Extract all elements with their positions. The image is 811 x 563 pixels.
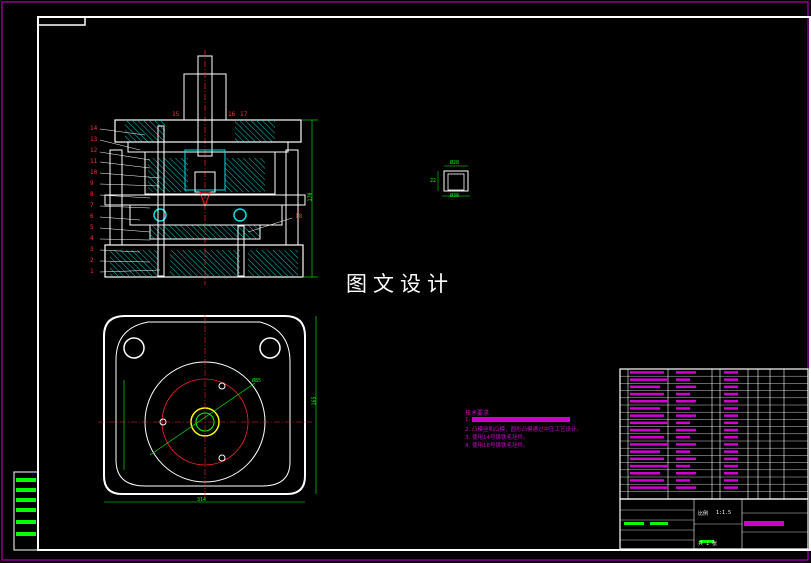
- part-number-label: 2: [90, 257, 94, 264]
- dim-plan-height: 165: [311, 396, 318, 406]
- parts-list-entry-mark: [676, 464, 690, 468]
- part-number-label: 1: [90, 268, 94, 275]
- parts-list-entry-mark: [676, 443, 696, 446]
- parts-list-entry-mark: [724, 421, 738, 425]
- parts-list-entry-mark: [630, 385, 660, 389]
- part-number-label: 18: [295, 213, 303, 220]
- part-number-label: 6: [90, 213, 94, 220]
- tech-requirements-title: 技术要求: [465, 410, 490, 417]
- watermark: 图文设计: [346, 272, 454, 296]
- part-number-label: 9: [90, 180, 94, 187]
- dim-width: 314: [197, 497, 207, 503]
- parts-list-entry-mark: [630, 479, 664, 482]
- tech-note-2: 2. 凸模座和凸模，圆形凸模通过冲压工艺设计。: [465, 427, 582, 433]
- scale-label: 比例: [698, 511, 709, 517]
- dim-diameter: Ø85: [252, 378, 262, 384]
- part-number-label: 13: [90, 136, 98, 143]
- parts-list-entry-mark: [630, 472, 660, 475]
- parts-list-entry-mark: [724, 428, 738, 432]
- parts-list-entry-mark: [676, 472, 696, 475]
- parts-list-entry-mark: [630, 428, 660, 432]
- parts-list-entry-mark: [724, 392, 738, 396]
- part-number-label: 15: [172, 111, 180, 118]
- parts-list-entry-mark: [676, 414, 696, 417]
- parts-list-entry-mark: [630, 457, 664, 461]
- parts-list-entry-mark: [630, 392, 664, 396]
- parts-list-entry-mark: [724, 443, 738, 446]
- parts-list-entry-mark: [724, 414, 738, 417]
- parts-list-entry-mark: [630, 443, 668, 446]
- part-number-label: 3: [90, 246, 94, 253]
- part-number-label: 8: [90, 191, 94, 198]
- parts-list-entry-mark: [724, 385, 738, 389]
- tech-highlight: [472, 417, 570, 422]
- parts-list-entry-mark: [676, 421, 690, 425]
- tech-note-3: 3. 使用14号铸铁毛坯件。: [465, 435, 529, 441]
- parts-list-entry-mark: [676, 400, 696, 403]
- parts-list-entry-mark: [724, 436, 738, 439]
- part-number-label: 10: [90, 169, 98, 176]
- parts-list-entry-mark: [630, 378, 668, 381]
- parts-list-entry-mark: [724, 450, 738, 453]
- part-number-label: 14: [90, 125, 98, 132]
- parts-list-entry-mark: [676, 392, 690, 396]
- scale-value: 1:1.5: [716, 510, 732, 516]
- top-left-tag: [37, 16, 86, 26]
- dim-height: 170: [307, 192, 314, 202]
- section-view: [99, 50, 318, 285]
- parts-list-entry-mark: [630, 421, 668, 425]
- parts-list-entry-mark: [630, 450, 660, 453]
- small-detail: [437, 165, 470, 197]
- part-number-label: 17: [240, 111, 248, 118]
- parts-list-entry-mark: [676, 378, 690, 381]
- parts-list-entry-mark: [724, 371, 738, 374]
- parts-list: [619, 368, 809, 500]
- part-number-label: 11: [90, 158, 98, 165]
- parts-list-entry-mark: [724, 486, 738, 489]
- part-number-label: 5: [90, 224, 94, 231]
- sheet-count: 共 1 张: [698, 541, 718, 547]
- parts-list-entry-mark: [724, 457, 738, 461]
- part-number-label: 16: [228, 111, 236, 118]
- parts-list-entry-mark: [676, 436, 690, 439]
- parts-list-entry-mark: [676, 479, 690, 482]
- tech-note-1: 1.: [465, 417, 471, 423]
- dim-small-w1: Ø28: [450, 160, 460, 166]
- dim-small-w2: Ø38: [450, 193, 460, 199]
- parts-list-entry-mark: [676, 450, 690, 453]
- parts-list-entry-mark: [676, 407, 690, 410]
- plan-view: [98, 315, 317, 503]
- parts-list-entry-mark: [676, 486, 696, 489]
- parts-list-entry-mark: [630, 400, 668, 403]
- part-number-label: 12: [90, 147, 98, 154]
- part-number-label: 4: [90, 235, 94, 242]
- parts-list-entry-mark: [724, 472, 738, 475]
- dim-small-h: 22: [430, 178, 437, 184]
- parts-list-entry-mark: [676, 385, 696, 389]
- part-number-label: 7: [90, 202, 94, 209]
- parts-list-entry-mark: [630, 464, 668, 468]
- parts-list-entry-mark: [676, 428, 696, 432]
- parts-list-entry-mark: [630, 414, 664, 417]
- tech-note-4: 4. 使用18号铸铁毛坯件。: [465, 443, 529, 449]
- binding-strip: [13, 471, 39, 551]
- parts-list-entry-mark: [630, 436, 664, 439]
- parts-list-entry-mark: [724, 464, 738, 468]
- parts-list-entry-mark: [630, 407, 660, 410]
- parts-list-entry-mark: [676, 371, 696, 374]
- parts-list-entry-mark: [724, 378, 738, 381]
- parts-list-entry-mark: [630, 371, 664, 374]
- parts-list-entry-mark: [676, 457, 696, 461]
- parts-list-entry-mark: [630, 486, 668, 489]
- parts-list-entry-mark: [724, 400, 738, 403]
- parts-list-entry-mark: [724, 407, 738, 410]
- parts-list-entry-mark: [724, 479, 738, 482]
